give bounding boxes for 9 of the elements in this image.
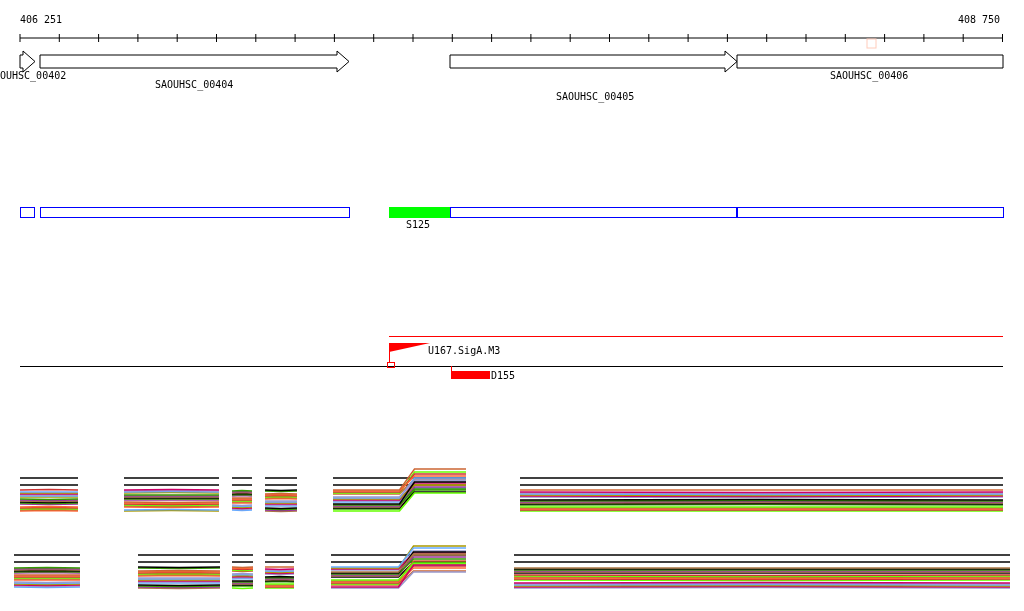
ruler-end-label: 408 750 — [958, 14, 1001, 25]
gene-label: OUHSC_00402 — [0, 70, 67, 81]
ruler-start-label: 406 251 — [20, 14, 63, 25]
gene-label: SAOUHSC_00405 — [556, 91, 635, 102]
segment-label: S125 — [406, 219, 431, 230]
feature-label: U167.SigA.M3 — [428, 345, 501, 356]
gene-label: SAOUHSC_00406 — [830, 70, 909, 81]
feature-label: D155 — [491, 370, 516, 381]
gene-label: SAOUHSC_00404 — [155, 79, 234, 90]
